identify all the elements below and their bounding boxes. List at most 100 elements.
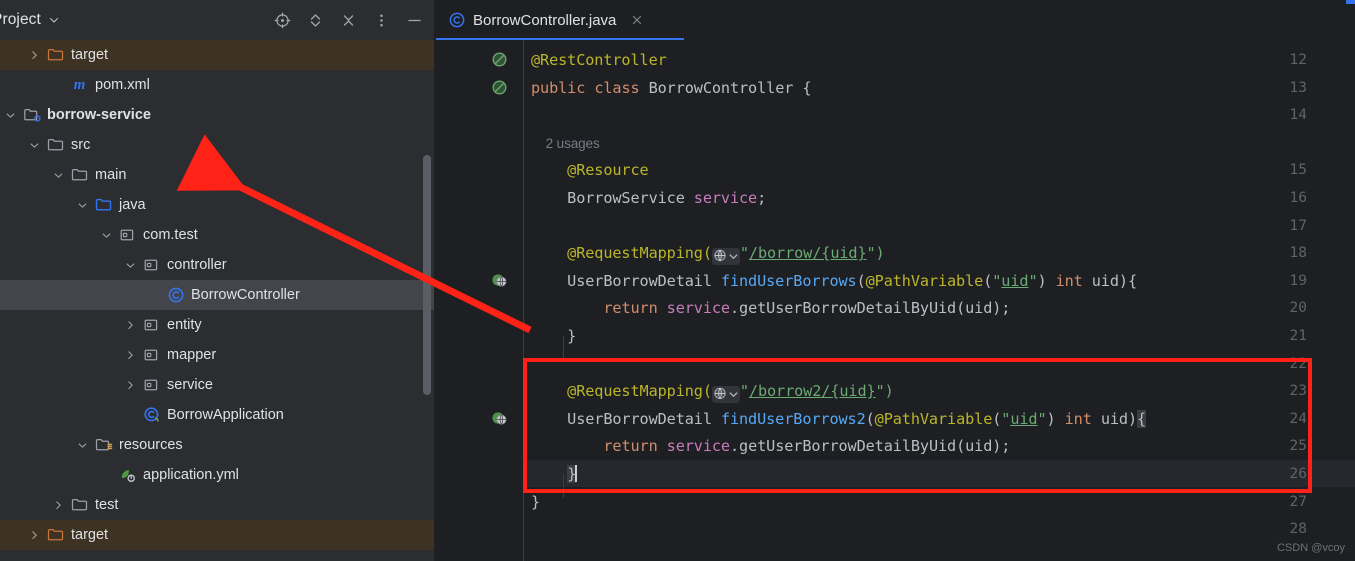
tab-scroll-marker xyxy=(1346,0,1355,4)
tree-item-label: pom.xml xyxy=(95,76,150,93)
watermark: CSDN @vcoy xyxy=(1276,542,1345,554)
web-globe-icon[interactable] xyxy=(711,386,740,404)
inspection-suppress-icon[interactable] xyxy=(491,51,509,69)
code-line-12[interactable]: @RestController xyxy=(531,50,667,70)
folder-icon xyxy=(70,166,89,185)
tab-borrowcontroller-java[interactable]: BorrowController.java xyxy=(435,0,656,40)
project-toolbar xyxy=(274,12,423,29)
tree-item-label: main xyxy=(95,166,127,183)
tree-item-application-yml[interactable]: application.yml xyxy=(0,460,435,490)
more-options-icon[interactable] xyxy=(373,12,390,29)
chevron-right-icon[interactable] xyxy=(26,47,43,64)
chevron-right-icon[interactable] xyxy=(122,347,139,364)
chevron-right-icon[interactable] xyxy=(26,527,43,544)
tree-item-resources[interactable]: resources xyxy=(0,430,435,460)
inspection-suppress-icon[interactable] xyxy=(491,79,509,97)
project-tree-scrollbar[interactable] xyxy=(423,155,431,395)
chevron-right-icon[interactable] xyxy=(122,317,139,334)
chevron-down-icon[interactable] xyxy=(98,227,115,244)
line-number: 21 xyxy=(1289,328,1307,344)
code-line-24[interactable]: UserBorrowDetail findUserBorrows2(@PathV… xyxy=(531,409,1146,429)
tree-item-controller[interactable]: controller xyxy=(0,250,435,280)
tree-item-label: test xyxy=(95,496,119,513)
code-line-13[interactable]: public class BorrowController { xyxy=(531,78,811,98)
module-icon xyxy=(22,106,41,125)
chevron-down-icon[interactable] xyxy=(26,137,43,154)
tree-item-com-test[interactable]: com.test xyxy=(0,220,435,250)
folder-icon xyxy=(70,496,89,515)
chevron-right-icon[interactable] xyxy=(122,377,139,394)
code-line-21[interactable]: } xyxy=(531,326,576,346)
line-number: 27 xyxy=(1289,493,1307,510)
code-line-27[interactable]: } xyxy=(531,492,540,512)
source-root-icon xyxy=(94,196,113,215)
inlay-hint-usages[interactable]: 2 usages xyxy=(531,133,600,153)
spring-request-mapping-icon[interactable] xyxy=(491,272,509,290)
package-icon xyxy=(142,346,161,365)
tree-item-entity[interactable]: entity xyxy=(0,310,435,340)
package-icon xyxy=(118,226,137,245)
tree-item-test[interactable]: test xyxy=(0,490,435,520)
line-number: 28 xyxy=(1289,521,1307,538)
tree-item-label: mapper xyxy=(167,346,217,363)
caret-line-highlight xyxy=(524,460,1355,487)
folder-icon xyxy=(46,136,65,155)
tree-item-borrow-service[interactable]: borrow-service xyxy=(0,100,435,130)
line-number: 15 xyxy=(1289,162,1307,179)
tree-item-java[interactable]: java xyxy=(0,190,435,220)
chevron-down-icon[interactable] xyxy=(74,197,91,214)
tree-item-mapper[interactable]: mapper xyxy=(0,340,435,370)
chevron-right-icon[interactable] xyxy=(50,497,67,514)
line-number: 13 xyxy=(1289,79,1307,96)
project-title-group[interactable]: Project xyxy=(0,11,274,29)
tab-label: BorrowController.java xyxy=(473,11,617,29)
tree-item-service[interactable]: service xyxy=(0,370,435,400)
tree-item-pom-xml[interactable]: m pom.xml xyxy=(0,70,435,100)
line-number: 14 xyxy=(1289,107,1307,124)
code-editor[interactable]: 12 @RestController 13 public class BorrowCo… xyxy=(435,40,1355,561)
hide-icon[interactable] xyxy=(406,12,423,29)
indent-guide xyxy=(563,474,564,498)
project-file-tree[interactable]: target m pom.xml borrow-service src main java c… xyxy=(0,40,435,561)
chevron-down-icon[interactable] xyxy=(50,167,67,184)
tree-item-src[interactable]: src xyxy=(0,130,435,160)
project-tool-window: Project xyxy=(0,0,435,561)
chevron-down-icon[interactable] xyxy=(48,14,60,26)
tree-item-label: application.yml xyxy=(143,466,239,483)
web-globe-icon[interactable] xyxy=(711,248,740,266)
code-line-25[interactable]: return service.getUserBorrowDetailByUid(… xyxy=(531,436,1010,456)
code-line-26[interactable]: } xyxy=(531,464,577,484)
tree-item-label: target xyxy=(71,46,109,63)
tree-item-main[interactable]: main xyxy=(0,160,435,190)
spring-class-icon xyxy=(142,406,161,425)
spring-yaml-icon xyxy=(118,466,137,485)
code-line-16[interactable]: BorrowService service; xyxy=(531,188,766,208)
chevron-down-icon[interactable] xyxy=(2,107,19,124)
select-opened-file-icon[interactable] xyxy=(274,12,291,29)
collapse-all-icon[interactable] xyxy=(340,12,357,29)
editor-area: BorrowController.java 12 @RestController 1… xyxy=(435,0,1355,561)
expand-collapse-icon[interactable] xyxy=(307,12,324,29)
editor-gutter[interactable] xyxy=(435,40,523,561)
code-line-20[interactable]: return service.getUserBorrowDetailByUid(… xyxy=(531,298,1010,318)
line-number: 24 xyxy=(1289,410,1307,427)
tree-item-label: BorrowController xyxy=(191,286,300,303)
java-class-icon xyxy=(166,286,185,305)
tree-item-label: BorrowApplication xyxy=(167,406,284,423)
line-number: 26 xyxy=(1289,466,1307,482)
tree-item-label: borrow-service xyxy=(47,106,151,123)
spring-request-mapping-icon[interactable] xyxy=(491,410,509,428)
chevron-down-icon[interactable] xyxy=(74,437,91,454)
tree-item-borrowcontroller[interactable]: BorrowController xyxy=(0,280,435,310)
code-line-15[interactable]: @Resource xyxy=(531,160,649,180)
code-line-23[interactable]: @RequestMapping("/borrow2/{uid}") xyxy=(531,381,894,404)
tree-item-target[interactable]: target xyxy=(0,40,435,70)
java-class-icon xyxy=(449,12,465,28)
code-line-18[interactable]: @RequestMapping("/borrow/{uid}") xyxy=(531,243,885,266)
tree-item-target[interactable]: target xyxy=(0,520,435,550)
close-icon[interactable] xyxy=(630,13,644,27)
tree-item-borrowapplication[interactable]: BorrowApplication xyxy=(0,400,435,430)
package-icon xyxy=(142,376,161,395)
code-line-19[interactable]: UserBorrowDetail findUserBorrows(@PathVa… xyxy=(531,271,1137,291)
chevron-down-icon[interactable] xyxy=(122,257,139,274)
